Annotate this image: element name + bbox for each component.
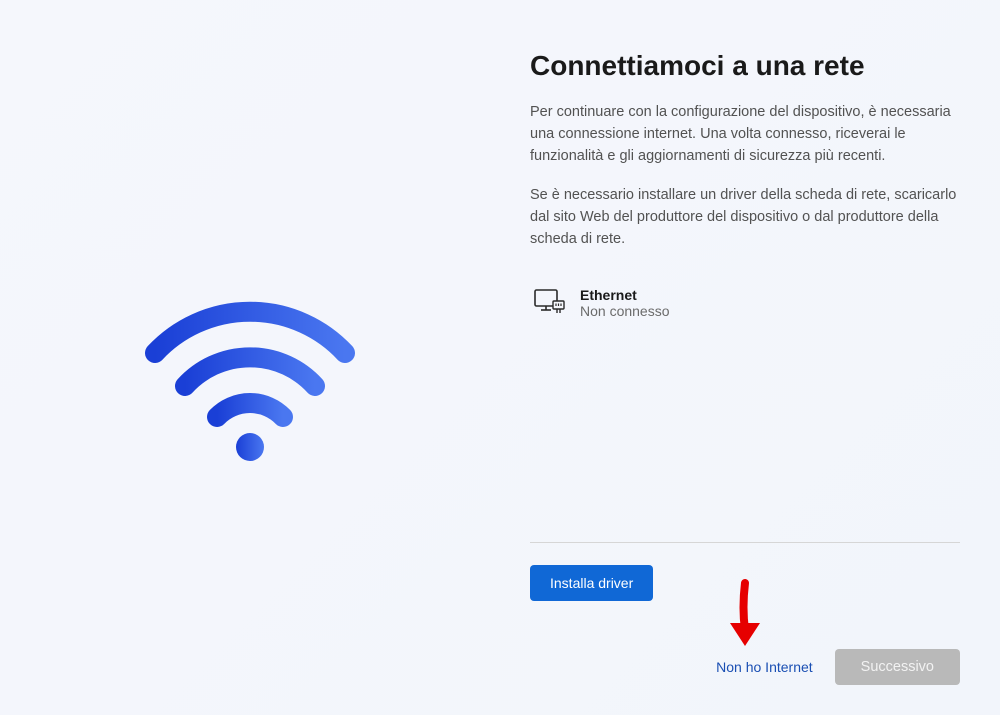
ethernet-icon [534, 289, 566, 317]
network-name: Ethernet [580, 287, 670, 303]
description-1: Per continuare con la configurazione del… [530, 102, 960, 167]
footer-row: Non ho Internet Successivo [530, 649, 960, 685]
bottom-section: Installa driver Non ho Internet Successi… [530, 528, 960, 685]
description-2: Se è necessario installare un driver del… [530, 185, 960, 250]
no-internet-link[interactable]: Non ho Internet [716, 659, 813, 675]
install-driver-button[interactable]: Installa driver [530, 565, 653, 601]
network-status: Non connesso [580, 303, 670, 319]
divider [530, 542, 960, 543]
page-title: Connettiamoci a una rete [530, 50, 960, 82]
illustration-panel [0, 0, 500, 715]
next-button[interactable]: Successivo [835, 649, 960, 685]
wifi-icon [145, 288, 355, 468]
content-panel: Connettiamoci a una rete Per continuare … [500, 0, 1000, 715]
network-item-ethernet[interactable]: Ethernet Non connesso [530, 277, 960, 329]
network-info: Ethernet Non connesso [580, 287, 670, 319]
